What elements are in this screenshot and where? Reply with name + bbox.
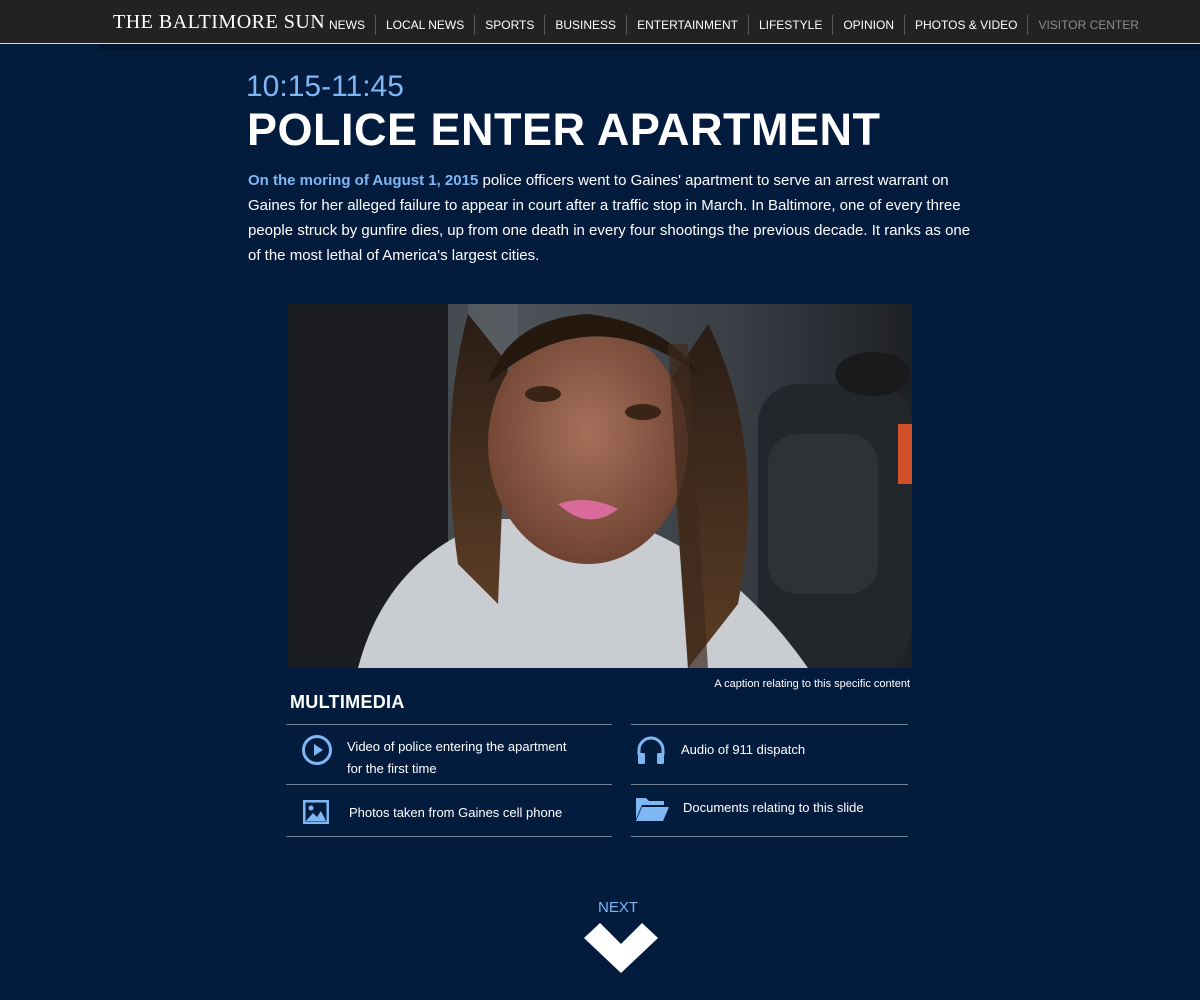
slide-time-range: 10:15-11:45 xyxy=(246,70,404,103)
headphones-icon xyxy=(637,736,665,764)
nav-item-visitor-center[interactable]: VISITOR CENTER xyxy=(1027,15,1148,35)
multimedia-photos-label: Photos taken from Gaines cell phone xyxy=(349,805,563,820)
nav-item-local-news[interactable]: LOCAL NEWS xyxy=(375,15,474,35)
slide-photo xyxy=(288,304,912,668)
multimedia-audio-label: Audio of 911 dispatch xyxy=(681,742,806,757)
nav-item-photos-video[interactable]: PHOTOS & VIDEO xyxy=(904,15,1027,35)
top-navigation-bar: THE BALTIMORE SUN NEWS LOCAL NEWS SPORTS… xyxy=(0,0,1200,44)
multimedia-photos-link[interactable]: Photos taken from Gaines cell phone xyxy=(286,784,612,836)
site-logo[interactable]: THE BALTIMORE SUN xyxy=(113,11,325,34)
nav-item-business[interactable]: BUSINESS xyxy=(544,15,626,35)
multimedia-video-label-line2: for the first time xyxy=(347,761,437,776)
image-icon xyxy=(303,800,329,824)
header-shadow xyxy=(100,44,1200,50)
slide-lead: On the moring of August 1, 2015 xyxy=(248,172,479,189)
multimedia-divider-right xyxy=(631,836,908,837)
nav-item-opinion[interactable]: OPINION xyxy=(832,15,904,35)
multimedia-documents-link[interactable]: Documents relating to this slide xyxy=(631,784,908,836)
slide-body: On the moring of August 1, 2015 police o… xyxy=(248,168,978,268)
multimedia-documents-label: Documents relating to this slide xyxy=(683,800,864,815)
multimedia-heading: MULTIMEDIA xyxy=(290,692,405,712)
multimedia-audio-link[interactable]: Audio of 911 dispatch xyxy=(631,724,908,784)
slide-headline: POLICE ENTER APARTMENT xyxy=(247,104,881,155)
nav-item-entertainment[interactable]: ENTERTAINMENT xyxy=(626,15,748,35)
play-circle-icon xyxy=(302,735,332,765)
multimedia-divider-left xyxy=(286,836,612,837)
main-nav: NEWS LOCAL NEWS SPORTS BUSINESS ENTERTAI… xyxy=(319,15,1149,35)
next-button-label[interactable]: NEXT xyxy=(590,899,646,916)
photo-caption: A caption relating to this specific cont… xyxy=(714,678,910,690)
multimedia-video-label: Video of police entering the apartment f… xyxy=(347,736,566,780)
multimedia-video-label-line1: Video of police entering the apartment xyxy=(347,739,567,754)
nav-item-lifestyle[interactable]: LIFESTYLE xyxy=(747,15,832,35)
nav-item-sports[interactable]: SPORTS xyxy=(474,15,544,35)
multimedia-video-link[interactable]: Video of police entering the apartment f… xyxy=(286,724,612,784)
nav-item-news[interactable]: NEWS xyxy=(319,15,375,35)
portrait-illustration xyxy=(288,304,912,668)
folder-open-icon xyxy=(636,798,669,821)
chevron-down-icon[interactable] xyxy=(584,921,658,975)
